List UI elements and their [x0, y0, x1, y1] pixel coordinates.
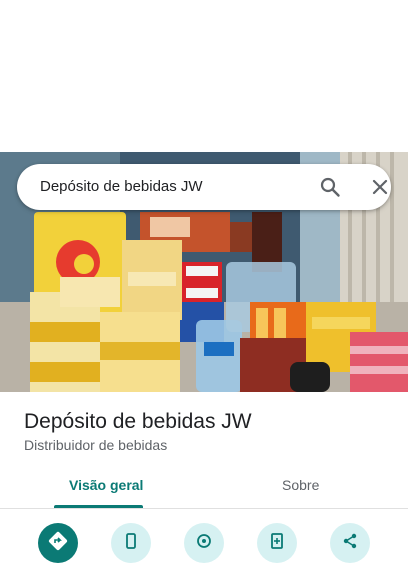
- save-icon: [271, 533, 283, 549]
- directions-icon: [48, 531, 68, 551]
- call-button[interactable]: [111, 523, 151, 563]
- tab-overview[interactable]: Visão geral: [69, 477, 143, 493]
- directions-button[interactable]: [38, 523, 78, 563]
- share-icon: [343, 533, 357, 549]
- save-button[interactable]: [257, 523, 297, 563]
- tab-about[interactable]: Sobre: [282, 477, 319, 493]
- phone-icon: [126, 533, 136, 549]
- place-title: Depósito de bebidas JW: [24, 410, 252, 433]
- search-query[interactable]: Depósito de bebidas JW: [40, 178, 203, 195]
- close-icon[interactable]: [370, 177, 390, 197]
- location-icon: [197, 534, 211, 548]
- search-bar[interactable]: Depósito de bebidas JW: [17, 164, 391, 210]
- place-category: Distribuidor de bebidas: [24, 437, 168, 453]
- nearby-button[interactable]: [184, 523, 224, 563]
- search-icon[interactable]: [319, 176, 341, 198]
- top-blank-area: [0, 0, 408, 152]
- share-button[interactable]: [330, 523, 370, 563]
- tabs-divider: [0, 508, 408, 509]
